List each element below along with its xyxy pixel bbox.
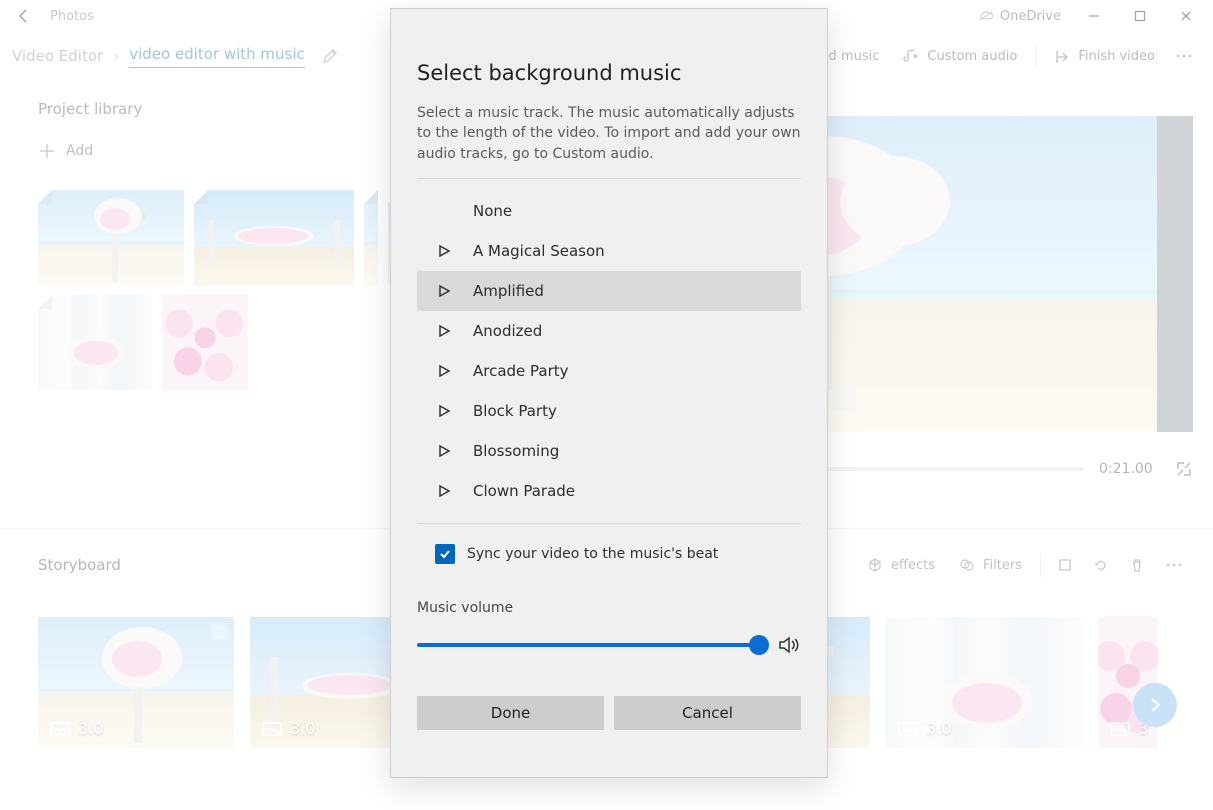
storyboard-more-button[interactable] <box>1155 545 1193 585</box>
modal-description: Select a music track. The music automati… <box>417 103 801 164</box>
track-name: A Magical Season <box>473 242 605 260</box>
track-name: Amplified <box>473 282 544 300</box>
speaker-icon[interactable] <box>777 634 801 656</box>
library-thumb[interactable] <box>38 295 152 390</box>
done-button[interactable]: Done <box>417 696 604 730</box>
close-button[interactable] <box>1163 0 1209 32</box>
breadcrumb-root[interactable]: Video Editor <box>12 47 103 65</box>
clip[interactable]: 3 <box>1098 617 1158 748</box>
volume-slider[interactable] <box>417 643 759 647</box>
track-row[interactable]: Amplified <box>417 271 801 311</box>
clip-duration: 3.0 <box>78 719 103 738</box>
finish-video-button[interactable]: Finish video <box>1042 36 1167 76</box>
clip[interactable]: 3.0 <box>886 617 1082 748</box>
maximize-button[interactable] <box>1117 0 1163 32</box>
library-thumb[interactable] <box>194 190 354 285</box>
rotate-button[interactable] <box>1083 545 1119 585</box>
checkbox-checked-icon <box>435 544 455 564</box>
track-name: Blossoming <box>473 442 559 460</box>
clip[interactable]: 3.0 <box>38 617 234 748</box>
music-modal: Select background music Select a music t… <box>390 8 828 778</box>
track-row[interactable]: Anodized <box>417 311 801 351</box>
track-list[interactable]: None A Magical Season Amplified Anodized Arc… <box>417 191 801 523</box>
onedrive-button[interactable]: OneDrive <box>968 0 1071 32</box>
track-row[interactable]: A Magical Season <box>417 231 801 271</box>
play-icon[interactable] <box>433 360 455 382</box>
track-row[interactable]: None <box>417 191 801 231</box>
fullscreen-button[interactable] <box>1175 460 1193 478</box>
3d-effects-button[interactable]: effects <box>855 545 947 585</box>
sync-beat-checkbox[interactable]: Sync your video to the music's beat <box>435 544 801 564</box>
clip-duration: 3.0 <box>926 719 951 738</box>
play-icon[interactable] <box>433 520 455 523</box>
rename-button[interactable] <box>305 47 339 65</box>
clip-duration: 3.0 <box>290 719 315 738</box>
effects-label: effects <box>891 558 935 573</box>
clip-checkbox[interactable] <box>210 623 228 641</box>
custom-audio-label: Custom audio <box>927 49 1017 64</box>
play-icon[interactable] <box>433 320 455 342</box>
library-thumb[interactable] <box>364 190 378 285</box>
play-icon[interactable] <box>433 440 455 462</box>
track-name: None <box>473 202 512 220</box>
track-name: Block Party <box>473 402 557 420</box>
back-button[interactable] <box>4 0 44 32</box>
crop-button[interactable] <box>1047 545 1083 585</box>
scroll-right-button[interactable] <box>1133 683 1177 727</box>
play-icon[interactable] <box>433 280 455 302</box>
sync-label: Sync your video to the music's beat <box>467 546 718 562</box>
library-thumb[interactable] <box>38 190 184 285</box>
library-thumb[interactable] <box>162 295 248 390</box>
play-icon[interactable] <box>433 400 455 422</box>
finish-video-label: Finish video <box>1078 49 1155 64</box>
filters-button[interactable]: Filters <box>947 545 1034 585</box>
track-row[interactable]: Clown Parade <box>417 471 801 511</box>
more-button[interactable] <box>1167 36 1201 76</box>
duration-label: 0:21.00 <box>1099 461 1159 477</box>
track-name: Come with Me <box>473 522 580 523</box>
track-row[interactable]: Block Party <box>417 391 801 431</box>
volume-label: Music volume <box>417 600 801 616</box>
track-row[interactable]: Blossoming <box>417 431 801 471</box>
breadcrumb: Video Editor › video editor with music <box>12 45 305 68</box>
modal-title: Select background music <box>417 61 801 85</box>
app-root: Photos OneDrive Video Editor › video edi… <box>0 0 1213 810</box>
play-icon[interactable] <box>433 480 455 502</box>
track-name: Arcade Party <box>473 362 569 380</box>
breadcrumb-current[interactable]: video editor with music <box>129 45 305 68</box>
storyboard-title: Storyboard <box>38 556 121 574</box>
separator <box>1035 44 1036 68</box>
cancel-button[interactable]: Cancel <box>614 696 801 730</box>
track-row[interactable]: Come with Me <box>417 511 801 523</box>
add-label: Add <box>66 143 93 159</box>
track-row[interactable]: Arcade Party <box>417 351 801 391</box>
filters-label: Filters <box>983 558 1022 573</box>
custom-audio-button[interactable]: Custom audio <box>891 36 1029 76</box>
track-name: Clown Parade <box>473 482 575 500</box>
separator <box>1040 553 1041 577</box>
minimize-button[interactable] <box>1071 0 1117 32</box>
app-title: Photos <box>44 9 94 24</box>
delete-button[interactable] <box>1119 545 1155 585</box>
chevron-right-icon: › <box>113 47 119 65</box>
play-icon[interactable] <box>433 240 455 262</box>
track-name: Anodized <box>473 322 542 340</box>
onedrive-label: OneDrive <box>1000 9 1061 24</box>
